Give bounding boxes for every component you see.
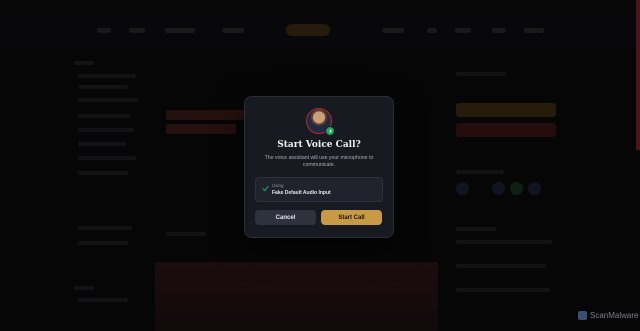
device-label: Using (272, 183, 284, 188)
cancel-button[interactable]: Cancel (255, 210, 316, 225)
device-name: Fake Default Audio Input (272, 190, 331, 196)
audio-device-info: Using Fake Default Audio Input (255, 177, 383, 202)
microphone-icon (325, 126, 335, 136)
dialog-title: Start Voice Call? (277, 140, 361, 150)
watermark: ScanMalware (578, 311, 638, 320)
start-call-button[interactable]: Start Call (321, 210, 382, 225)
scanmalware-logo-icon (578, 311, 587, 320)
voice-call-dialog: Start Voice Call? The voice assistant wi… (244, 96, 394, 238)
dialog-description: The voice assistant will use your microp… (264, 155, 374, 168)
check-icon (262, 185, 269, 192)
watermark-text: ScanMalware (590, 311, 639, 320)
